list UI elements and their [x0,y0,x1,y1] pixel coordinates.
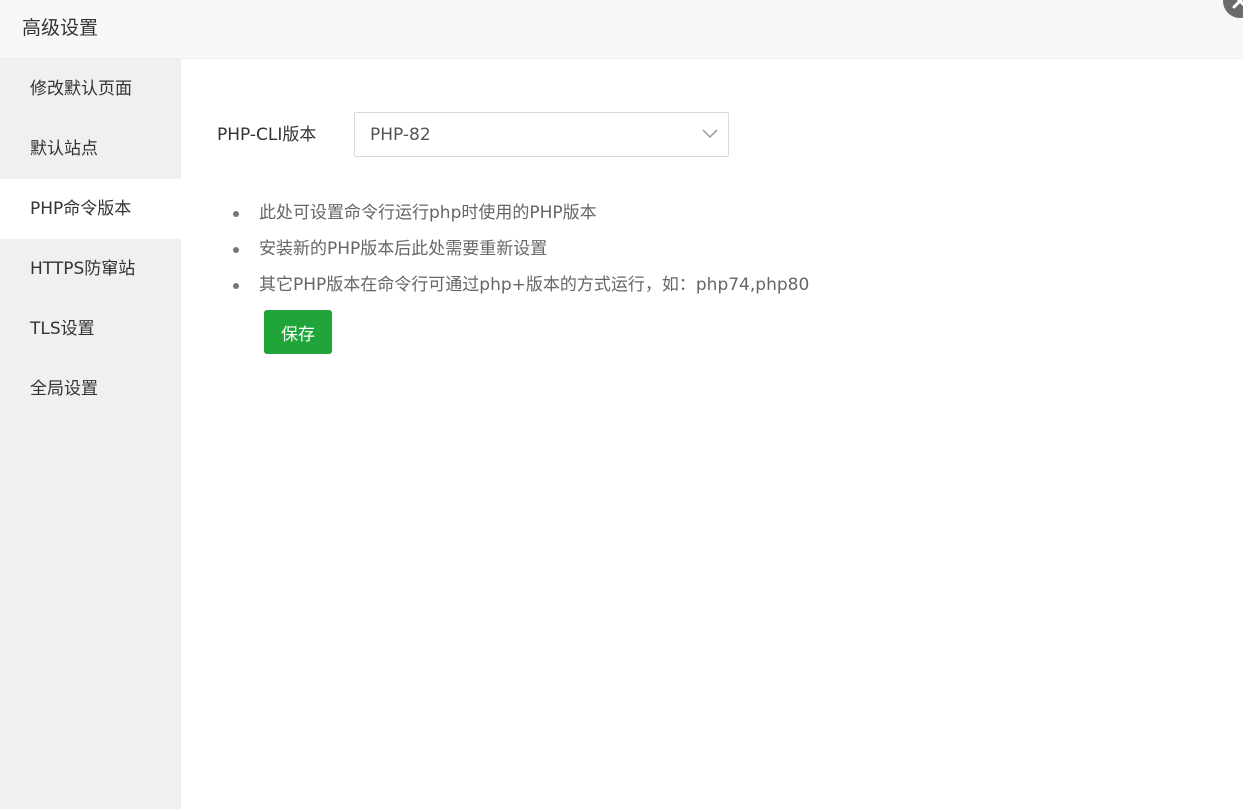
bullet-icon [233,247,239,253]
bullet-icon [233,283,239,289]
save-button[interactable]: 保存 [264,310,332,354]
sidebar-item-default-page[interactable]: 修改默认页面 [0,59,181,119]
tip-item: 其它PHP版本在命令行可通过php+版本的方式运行，如：php74,php80 [228,273,928,309]
dialog-header: 高级设置 [0,0,1243,59]
advanced-settings-dialog: 高级设置 修改默认页面 默认站点 PHP命令版本 HTTPS防窜站 TLS设置 … [0,0,1243,809]
close-icon [1232,0,1243,9]
bullet-icon [233,211,239,217]
chevron-down-icon [702,129,718,139]
tip-text: 其它PHP版本在命令行可通过php+版本的方式运行，如：php74,php80 [259,275,810,295]
tips-list: 此处可设置命令行运行php时使用的PHP版本 安装新的PHP版本后此处需要重新设… [228,201,928,309]
sidebar: 修改默认页面 默认站点 PHP命令版本 HTTPS防窜站 TLS设置 全局设置 [0,59,181,809]
tip-text: 安装新的PHP版本后此处需要重新设置 [259,239,548,259]
sidebar-item-php-cli-version[interactable]: PHP命令版本 [0,179,181,239]
tip-item: 此处可设置命令行运行php时使用的PHP版本 [228,201,928,237]
tip-item: 安装新的PHP版本后此处需要重新设置 [228,237,928,273]
sidebar-item-global-settings[interactable]: 全局设置 [0,359,181,419]
sidebar-item-https-anti-hijack[interactable]: HTTPS防窜站 [0,239,181,299]
dialog-title: 高级设置 [22,17,99,39]
php-version-selected: PHP-82 [370,125,431,145]
tip-text: 此处可设置命令行运行php时使用的PHP版本 [259,203,597,223]
sidebar-item-default-site[interactable]: 默认站点 [0,119,181,179]
php-version-select[interactable]: PHP-82 [354,112,729,157]
php-cli-label: PHP-CLI版本 [217,125,317,145]
main-content: PHP-CLI版本 PHP-82 此处可设置命令行运行php时使用的PHP版本 … [181,59,1243,809]
sidebar-item-tls-settings[interactable]: TLS设置 [0,299,181,359]
